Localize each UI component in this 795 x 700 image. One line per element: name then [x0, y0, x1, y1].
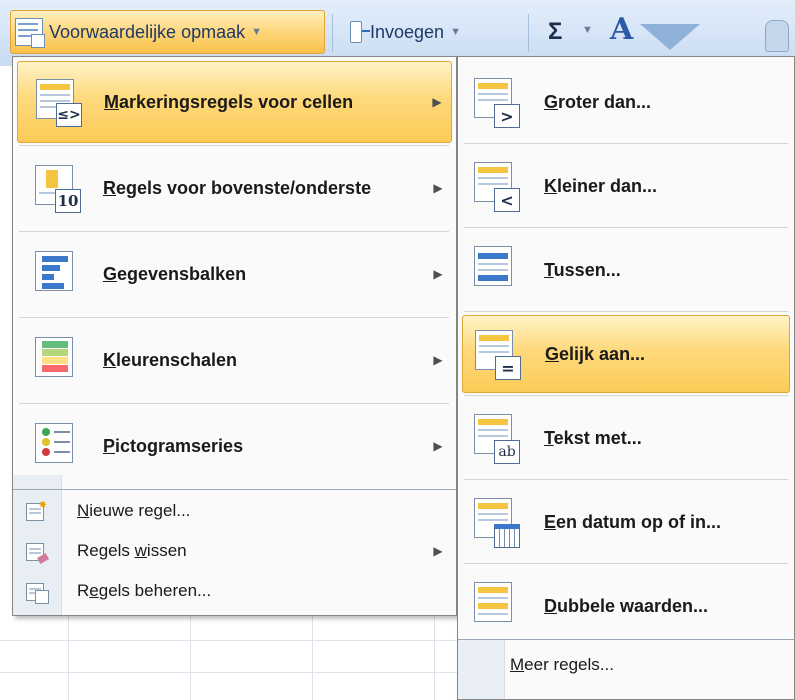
top-bottom-rules-icon: 10 [31, 163, 81, 213]
menu-divider [464, 143, 788, 144]
submenu-item-label: Dubbele waarden... [544, 595, 709, 616]
chevron-down-icon[interactable]: ▼ [582, 24, 593, 36]
chevron-down-icon: ▼ [450, 26, 461, 38]
menu-divider [19, 403, 449, 404]
submenu-item-duplicate-values[interactable]: Dubbele waarden... [462, 567, 790, 645]
submenu-item-date-occurring[interactable]: Een datum op of in... [462, 483, 790, 561]
manage-rules-icon [25, 580, 49, 604]
menu-gutter [458, 639, 505, 699]
equal-to-icon: = [471, 328, 521, 380]
submenu-item-greater-than[interactable]: > Groter dan... [462, 63, 790, 141]
icon-sets-icon [31, 421, 81, 471]
menu-item-new-rule[interactable]: ✸ Nieuwe regel... [17, 491, 452, 531]
submenu-item-label: Meer regels... [510, 655, 614, 674]
menu-divider [464, 479, 788, 480]
submenu-arrow-icon: ▶ [432, 95, 442, 109]
ribbon-separator [528, 14, 529, 52]
submenu-arrow-icon: ▶ [433, 267, 443, 281]
submenu-arrow-icon: ▶ [433, 544, 443, 558]
submenu-item-label: Gelijk aan... [545, 343, 646, 364]
conditional-formatting-icon [15, 18, 45, 48]
menu-item-clear-rules[interactable]: Regels wissen ▶ [17, 531, 452, 571]
chevron-down-icon: ▼ [251, 26, 263, 38]
menu-item-label: Gegevensbalken [103, 263, 247, 284]
menu-divider [13, 489, 456, 490]
insert-button[interactable]: Invoegen ▼ [340, 10, 512, 54]
autosum-button[interactable]: Σ [548, 18, 562, 46]
menu-divider [19, 317, 449, 318]
submenu-arrow-icon: ▶ [433, 181, 443, 195]
menu-item-label: Regels voor bovenste/onderste [103, 177, 372, 198]
greater-than-icon: > [470, 76, 520, 128]
menu-item-label: Pictogramseries [103, 435, 244, 456]
between-icon [470, 244, 520, 296]
menu-divider [458, 639, 794, 640]
menu-item-label: Kleurenschalen [103, 349, 238, 370]
submenu-arrow-icon: ▶ [433, 439, 443, 453]
highlight-cells-rules-submenu: > Groter dan... < Kleiner dan... Tussen.… [457, 56, 795, 700]
menu-divider [464, 227, 788, 228]
menu-item-data-bars[interactable]: Gegevensbalken ▶ [17, 233, 452, 315]
conditional-formatting-button[interactable]: Voorwaardelijke opmaak ▼ [10, 10, 325, 54]
date-occurring-icon [470, 496, 520, 548]
menu-item-label: Regels beheren... [77, 581, 212, 600]
submenu-item-text-contains[interactable]: ab Tekst met... [462, 399, 790, 477]
menu-item-highlight-cells-rules[interactable]: ≤> Markeringsregels voor cellen ▶ [17, 61, 452, 143]
submenu-item-label: Groter dan... [544, 91, 652, 112]
text-contains-icon: ab [470, 412, 520, 464]
menu-item-label: Regels wissen [77, 541, 187, 560]
submenu-item-label: Tekst met... [544, 427, 642, 448]
conditional-formatting-menu: ≤> Markeringsregels voor cellen ▶ 10 Reg… [12, 56, 457, 616]
sort-filter-button[interactable]: A [610, 12, 633, 47]
menu-divider [464, 563, 788, 564]
data-bars-icon [31, 249, 81, 299]
menu-item-icon-sets[interactable]: Pictogramseries ▶ [17, 405, 452, 487]
color-scales-icon [31, 335, 81, 385]
menu-item-label: Markeringsregels voor cellen [104, 91, 354, 112]
insert-icon [350, 21, 370, 43]
ribbon-separator [332, 14, 333, 52]
insert-label: Invoegen [370, 21, 445, 42]
submenu-item-label: Kleiner dan... [544, 175, 658, 196]
submenu-item-equal-to[interactable]: = Gelijk aan... [462, 315, 790, 393]
submenu-item-label: Een datum op of in... [544, 511, 722, 532]
clear-rules-icon [25, 540, 50, 565]
highlight-cells-rules-icon: ≤> [32, 77, 82, 127]
submenu-item-label: Tussen... [544, 259, 621, 280]
submenu-item-more-rules[interactable]: Meer regels... [510, 645, 614, 685]
submenu-item-between[interactable]: Tussen... [462, 231, 790, 309]
submenu-arrow-icon: ▶ [433, 353, 443, 367]
filter-icon [640, 24, 700, 50]
menu-divider [19, 231, 449, 232]
less-than-icon: < [470, 160, 520, 212]
new-rule-icon: ✸ [25, 500, 47, 522]
menu-divider [464, 395, 788, 396]
menu-divider [464, 311, 788, 312]
menu-item-color-scales[interactable]: Kleurenschalen ▶ [17, 319, 452, 401]
conditional-formatting-label: Voorwaardelijke opmaak [49, 21, 246, 42]
menu-divider [19, 145, 449, 146]
duplicate-values-icon [470, 580, 520, 632]
menu-item-manage-rules[interactable]: Regels beheren... [17, 571, 452, 611]
menu-item-top-bottom-rules[interactable]: 10 Regels voor bovenste/onderste ▶ [17, 147, 452, 229]
menu-item-label: Nieuwe regel... [77, 501, 191, 520]
submenu-item-less-than[interactable]: < Kleiner dan... [462, 147, 790, 225]
find-select-icon[interactable] [765, 20, 789, 52]
